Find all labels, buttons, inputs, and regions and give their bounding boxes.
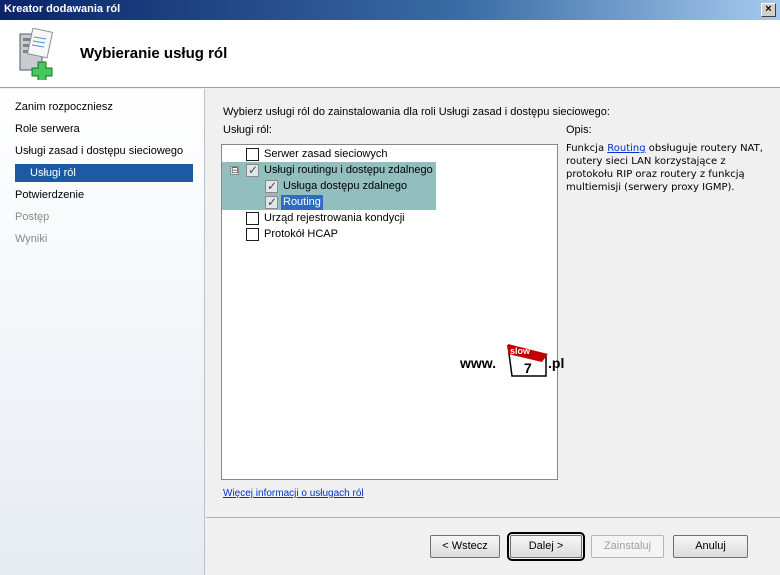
checkbox-health-registration[interactable] [246, 212, 259, 225]
server-roles-add-icon [14, 27, 62, 83]
page-title: Wybieranie usług ról [80, 45, 228, 62]
routing-link[interactable]: Routing [607, 143, 645, 154]
description-text-start: Funkcja [566, 143, 608, 154]
list-item[interactable]: Urząd rejestrowania kondycji [264, 211, 405, 226]
watermark-prefix: www. [460, 355, 497, 371]
checkbox-routing[interactable] [265, 195, 278, 209]
title-bar: Kreator dodawania ról × [0, 0, 780, 20]
back-button[interactable]: < Wstecz [430, 535, 500, 558]
services-label: Usługi ról: [223, 124, 272, 136]
nav-step-server-roles[interactable]: Role serwera [15, 120, 80, 138]
list-item[interactable]: Usługa dostępu zdalnego [283, 179, 407, 194]
nav-step-results: Wyniki [15, 233, 48, 245]
close-button[interactable]: × [761, 3, 776, 17]
window-title: Kreator dodawania ról [4, 3, 121, 15]
watermark: www. slow 7 .pl [460, 342, 580, 378]
checkbox-remote-access-service[interactable] [265, 179, 278, 193]
checkbox-hcap[interactable] [246, 228, 259, 241]
list-item[interactable]: Serwer zasad sieciowych [264, 147, 388, 162]
list-item-selected[interactable]: Routing [281, 195, 323, 210]
watermark-logo-text: slow [510, 346, 531, 356]
nav-step-progress: Postęp [15, 211, 50, 223]
service-description: Funkcja Routing obsługuje routery NAT, r… [566, 142, 771, 194]
cancel-button[interactable]: Anuluj [673, 535, 748, 558]
nav-step-role-services[interactable]: Usługi ról [15, 164, 193, 182]
watermark-logo-icon: slow 7 [507, 344, 548, 377]
instruction-text: Wybierz usługi ról do zainstalowania dla… [223, 106, 610, 118]
nav-step-confirmation[interactable]: Potwierdzenie [15, 186, 84, 204]
wizard-steps-pane [0, 89, 205, 575]
watermark-logo-digit: 7 [524, 360, 532, 376]
description-label: Opis: [566, 124, 592, 136]
watermark-suffix: .pl [548, 355, 565, 371]
nav-step-network-policy[interactable]: Usługi zasad i dostępu sieciowego [15, 142, 183, 160]
next-button[interactable]: Dalej > [507, 532, 585, 561]
collapse-icon[interactable]: ⊟ [230, 166, 239, 175]
wizard-header: Wybieranie usług ról [0, 20, 780, 88]
install-button: Zainstaluj [591, 535, 664, 558]
checkbox-routing-remote-access[interactable] [246, 163, 259, 177]
checkbox-network-policy-server[interactable] [246, 148, 259, 161]
list-item[interactable]: Usługi routingu i dostępu zdalnego [264, 163, 433, 178]
list-item[interactable]: Protokół HCAP [264, 227, 338, 242]
nav-step-before-you-begin[interactable]: Zanim rozpoczniesz [15, 98, 113, 116]
more-info-link[interactable]: Więcej informacji o usługach ról [223, 488, 364, 499]
